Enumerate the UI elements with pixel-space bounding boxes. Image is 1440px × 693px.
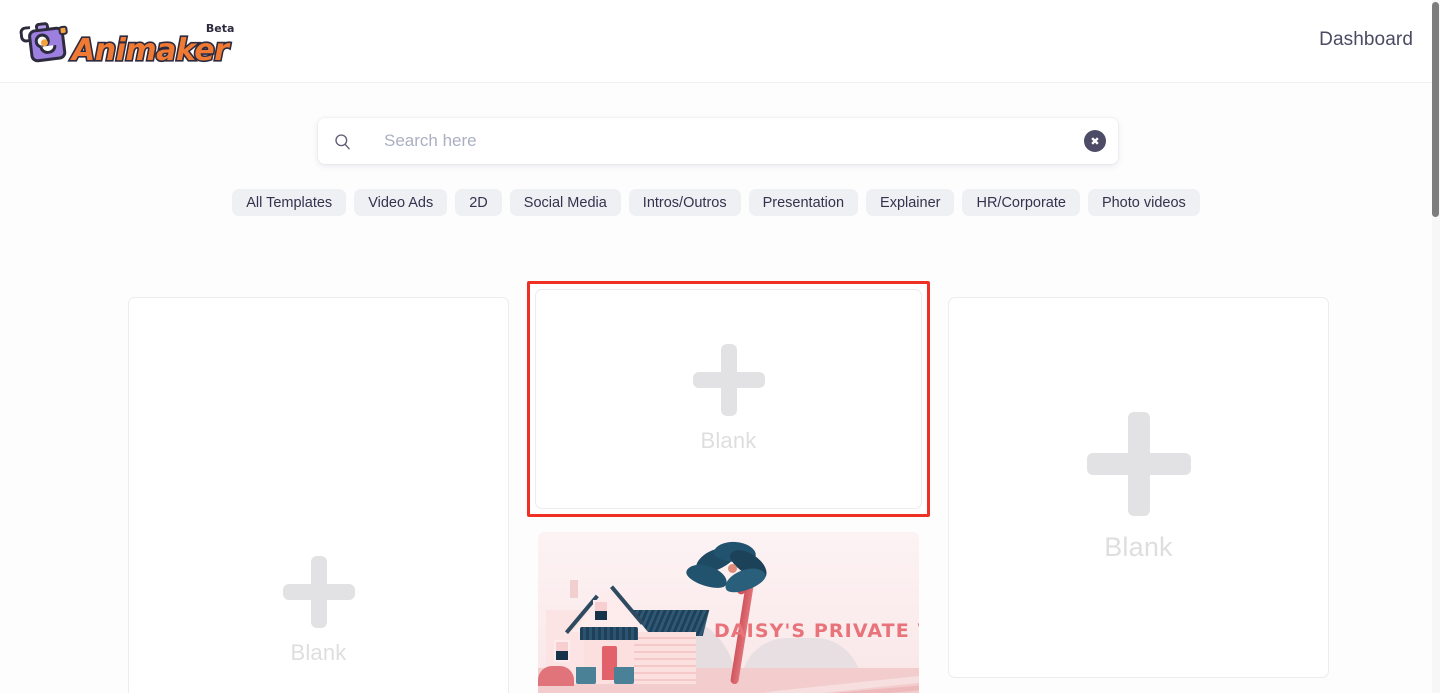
- app-viewport: Animaker Beta Dashboard ✖ All Templates …: [0, 0, 1440, 693]
- blank-card-label: Blank: [290, 640, 347, 665]
- grid-column-left: Blank: [128, 297, 509, 693]
- tab-video-ads[interactable]: Video Ads: [354, 189, 448, 216]
- app-header: Animaker Beta Dashboard: [0, 0, 1432, 83]
- house-upper-window: [593, 600, 609, 622]
- template-grid: Blank Blank DAISY'S PRIVATE Blank: [128, 281, 1329, 693]
- plus-icon: [692, 344, 765, 416]
- tab-photo-videos[interactable]: Photo videos: [1087, 189, 1200, 216]
- blank-card-label: Blank: [1104, 532, 1173, 562]
- animaker-camera-mascot-icon: [18, 17, 72, 68]
- selection-highlight-box: Blank: [527, 281, 930, 517]
- house-planter-right: [614, 667, 634, 684]
- house-planter-left: [576, 667, 596, 684]
- thumbnail-villa-house: [538, 564, 710, 686]
- grid-column-right: Blank: [948, 297, 1329, 678]
- tab-social-media[interactable]: Social Media: [509, 189, 621, 216]
- search-icon: [330, 129, 354, 153]
- plus-icon: [1086, 412, 1191, 516]
- search-bar[interactable]: ✖: [318, 118, 1118, 164]
- beta-badge: Beta: [205, 22, 235, 35]
- thumbnail-palm-tree: [683, 540, 774, 685]
- template-category-tabs: All Templates Video Ads 2D Social Media …: [0, 189, 1432, 216]
- camera-flash-shape: [58, 25, 69, 36]
- vertical-scrollbar-thumb[interactable]: [1432, 2, 1439, 217]
- tab-explainer[interactable]: Explainer: [866, 189, 955, 216]
- grid-column-middle: Blank DAISY'S PRIVATE: [527, 281, 930, 693]
- tab-intros-outros[interactable]: Intros/Outros: [628, 189, 741, 216]
- dashboard-link[interactable]: Dashboard: [1319, 29, 1413, 51]
- template-card-daisys-private-villa[interactable]: DAISY'S PRIVATE VILLA: [538, 532, 919, 693]
- house-porch-roof: [580, 627, 638, 640]
- plus-icon: [282, 556, 355, 628]
- blank-template-card-right[interactable]: Blank: [948, 297, 1329, 678]
- tab-hr-corporate[interactable]: HR/Corporate: [962, 189, 1080, 216]
- blank-template-card-left[interactable]: Blank: [128, 297, 509, 693]
- blank-template-card-middle[interactable]: Blank: [535, 289, 922, 509]
- house-chimney: [570, 580, 578, 598]
- palm-coconut: [728, 564, 737, 573]
- brand-name: Animaker: [70, 33, 230, 68]
- logo-wordmark: Animaker Beta: [70, 22, 234, 68]
- tab-presentation[interactable]: Presentation: [748, 189, 859, 216]
- house-lower-window: [554, 640, 570, 662]
- blank-card-label: Blank: [700, 428, 757, 453]
- animaker-logo[interactable]: Animaker Beta: [18, 17, 234, 68]
- clear-search-icon[interactable]: ✖: [1084, 130, 1106, 152]
- tab-all-templates[interactable]: All Templates: [232, 189, 347, 216]
- blank-card-content: Blank: [129, 556, 508, 666]
- house-bush: [538, 666, 574, 686]
- house-garage: [634, 632, 696, 684]
- tab-2d[interactable]: 2D: [455, 189, 502, 216]
- search-input[interactable]: [360, 131, 1084, 151]
- template-title: DAISY'S PRIVATE VILLA: [714, 620, 919, 642]
